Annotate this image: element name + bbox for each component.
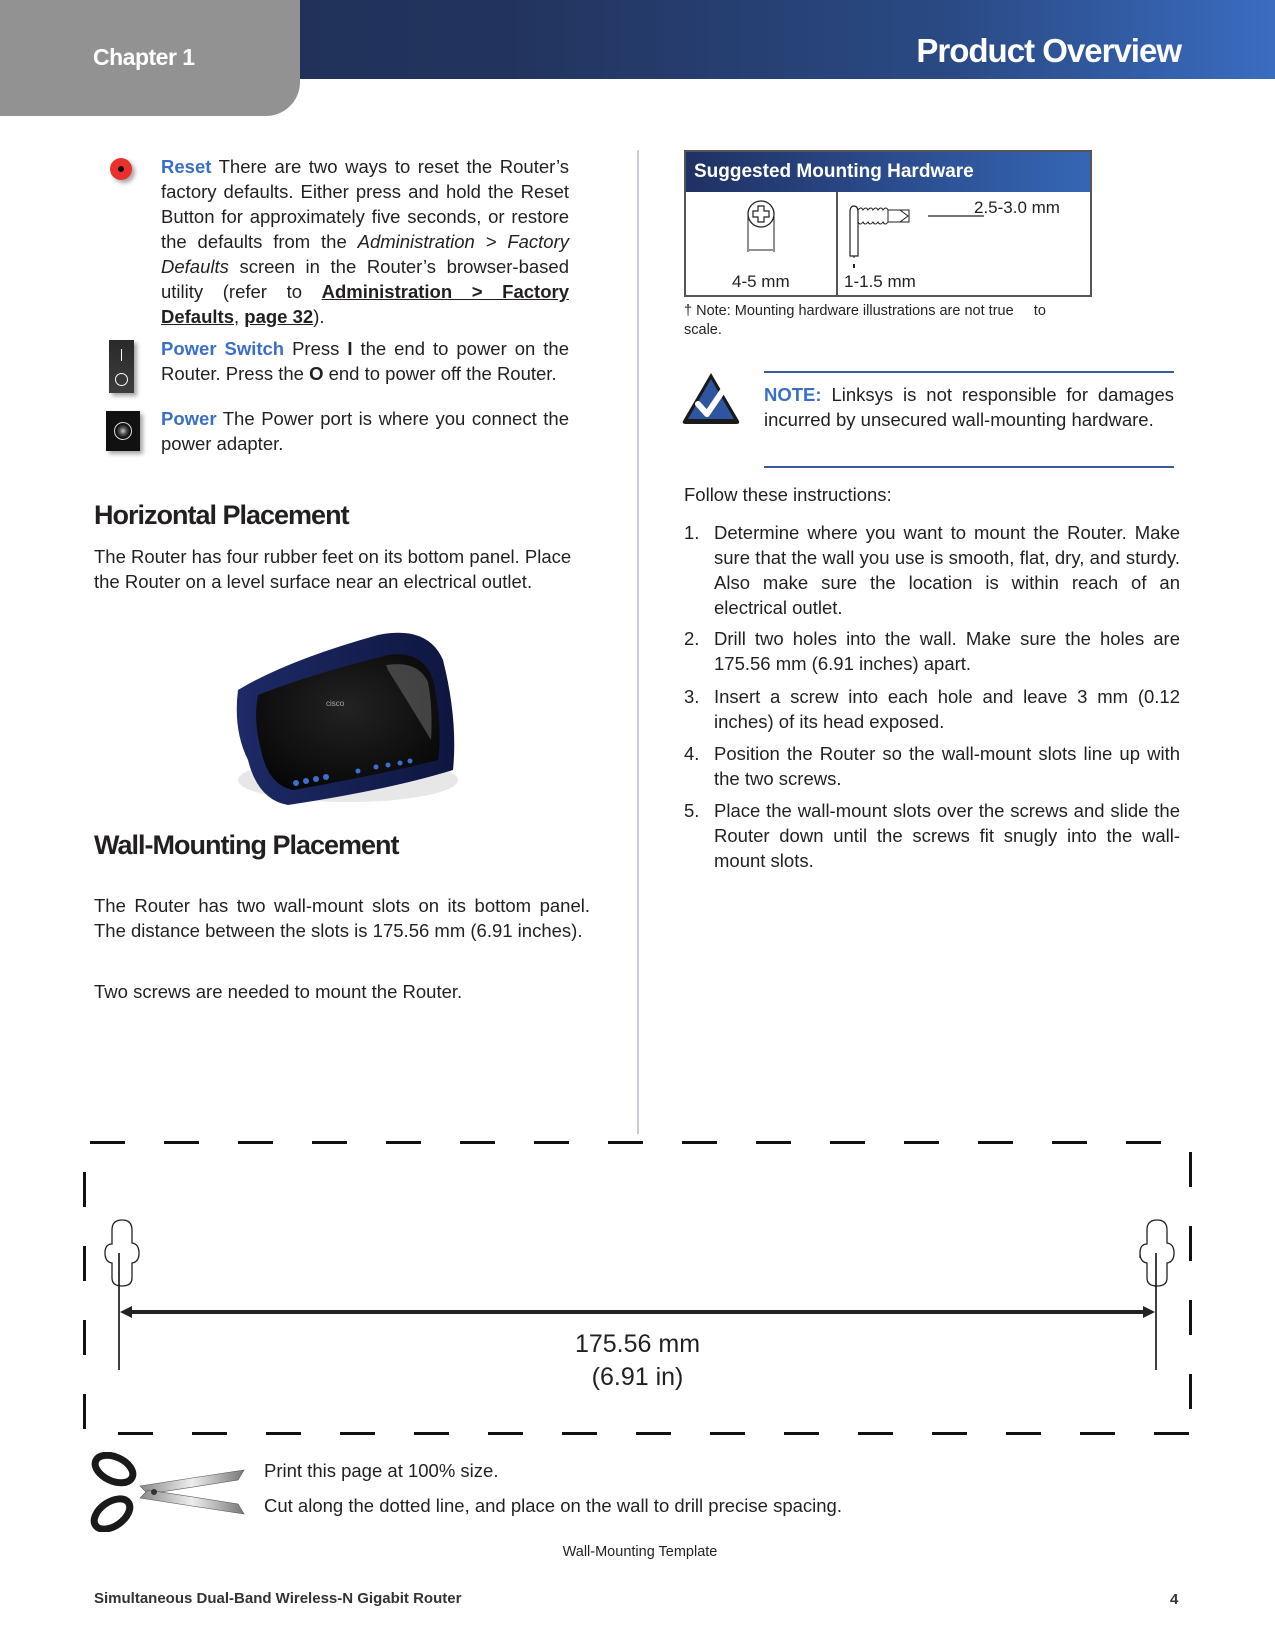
step-number: 3.	[684, 686, 700, 707]
cut-line-dash	[1154, 1432, 1189, 1435]
cut-line-dash	[1126, 1141, 1161, 1144]
instructions-intro: Follow these instructions:	[684, 484, 892, 505]
section-title: Product Overview	[916, 32, 1182, 69]
cut-line-dash	[858, 1432, 893, 1435]
hardware-scale-note: † Note: Mounting hardware illustrations …	[684, 303, 1046, 338]
mounting-hardware-title: Suggested Mounting Hardware	[686, 152, 1090, 192]
router-image: cisco	[236, 632, 458, 805]
cut-line-dash	[710, 1432, 745, 1435]
head-diameter-label: 4-5 mm	[732, 272, 790, 291]
cut-line-dash	[1189, 1152, 1192, 1187]
cut-line-dash	[90, 1141, 125, 1144]
cut-line-dash	[562, 1432, 597, 1435]
chapter-label: Chapter 1	[93, 44, 195, 70]
left-arrowhead	[120, 1306, 132, 1318]
cut-line-dash	[1052, 1141, 1087, 1144]
screw-side-cell: 2.5-3.0 mm 1-1.5 mm	[838, 192, 1090, 295]
cut-line-dash	[83, 1394, 86, 1429]
left-keyhole-slot-icon	[104, 1219, 140, 1287]
ps-text-3: end to power off the Router.	[323, 363, 557, 384]
cut-line-dash	[1006, 1432, 1041, 1435]
cut-line-dash	[266, 1432, 301, 1435]
screw-head-cell: 4-5 mm	[686, 192, 838, 295]
cut-line-dash	[238, 1141, 273, 1144]
cut-line-dash	[636, 1432, 671, 1435]
power-text: The Power port is where you connect the …	[161, 408, 569, 454]
horizontal-placement-body: The Router has four rubber feet on its b…	[94, 546, 572, 592]
reset-button-icon	[110, 158, 132, 180]
cut-line-dash	[932, 1432, 967, 1435]
step-text: Place the wall-mount slots over the scre…	[714, 800, 1180, 871]
cut-line-dash	[534, 1141, 569, 1144]
step-number: 1.	[684, 522, 700, 543]
reset-text-3: ).	[313, 306, 325, 327]
svg-text:cisco: cisco	[326, 699, 345, 708]
cut-line-dash	[978, 1141, 1013, 1144]
horizontal-placement-heading: Horizontal Placement	[94, 500, 350, 530]
cut-line-dash	[830, 1141, 865, 1144]
column-divider	[637, 150, 639, 1134]
note-rule-top	[764, 371, 1174, 373]
step-text: Determine where you want to mount the Ro…	[714, 522, 1180, 618]
template-distance-label: 175.56 mm (6.91 in)	[480, 1328, 795, 1394]
print-instruction: Print this page at 100% size.	[264, 1460, 499, 1481]
step-text: Position the Router so the wall-mount sl…	[714, 743, 1180, 789]
cut-line-dash	[784, 1432, 819, 1435]
note-rule-bottom	[764, 466, 1174, 468]
power-switch-icon	[109, 340, 134, 393]
power-switch-description: Power Switch Press I the end to power on…	[161, 336, 569, 386]
cut-line-dash	[386, 1141, 421, 1144]
cut-line-dash	[414, 1432, 449, 1435]
template-caption: Wall-Mounting Template	[562, 1544, 718, 1560]
right-arrowhead	[1143, 1306, 1155, 1318]
note-label: NOTE:	[764, 384, 822, 405]
reset-sep: ,	[234, 306, 245, 327]
page-32-link[interactable]: page 32	[244, 306, 313, 327]
wall-mounting-body-1: The Router has two wall-mount slots on i…	[94, 895, 590, 941]
step-number: 5.	[684, 800, 700, 821]
reset-description: Reset There are two ways to reset the Ro…	[161, 154, 569, 329]
wall-mounting-heading: Wall-Mounting Placement	[94, 830, 400, 860]
shaft-length-label: 2.5-3.0 mm	[974, 198, 1060, 217]
power-port-icon	[106, 411, 140, 451]
cut-line-dash	[904, 1141, 939, 1144]
wall-mounting-body-2: Two screws are needed to mount the Route…	[94, 981, 463, 1002]
cut-line-dash	[756, 1141, 791, 1144]
cut-line-dash	[312, 1141, 347, 1144]
cut-line-dash	[488, 1432, 523, 1435]
cut-line-dash	[460, 1141, 495, 1144]
screw-head-icon	[747, 200, 775, 252]
step-number: 4.	[684, 743, 700, 764]
footer-product-name: Simultaneous Dual-Band Wireless-N Gigabi…	[94, 1590, 462, 1607]
page-number: 4	[1170, 1591, 1179, 1608]
note-body: Linksys is not responsible for damages i…	[764, 384, 1174, 430]
cut-line-dash	[1080, 1432, 1115, 1435]
power-label: Power	[161, 408, 217, 429]
step-text: Insert a screw into each hole and leave …	[714, 686, 1180, 732]
reset-label: Reset	[161, 156, 212, 177]
cut-line-dash	[608, 1141, 643, 1144]
note-checkmark-icon	[682, 373, 740, 424]
ps-text-1: Press	[284, 338, 348, 359]
note-text: NOTE: Linksys is not responsible for dam…	[764, 382, 1174, 432]
power-switch-label: Power Switch	[161, 338, 285, 359]
cut-instruction: Cut along the dotted line, and place on …	[264, 1495, 842, 1516]
mounting-hardware-table: Suggested Mounting Hardware 4-5 mm 2.5-3…	[684, 150, 1092, 297]
cut-line-dash	[340, 1432, 375, 1435]
power-description: Power The Power port is where you connec…	[161, 406, 569, 456]
cut-line-dash	[682, 1141, 717, 1144]
ps-bold-2: O	[309, 363, 324, 384]
step-number: 2.	[684, 628, 700, 649]
distance-mm: 175.56 mm	[574, 1330, 701, 1358]
scissors-icon	[90, 1452, 245, 1532]
step-text: Drill two holes into the wall. Make sure…	[714, 628, 1180, 674]
head-thickness-label: 1-1.5 mm	[844, 272, 916, 291]
cut-line-dash	[192, 1432, 227, 1435]
cut-line-dash	[118, 1432, 153, 1435]
cut-line-dash	[164, 1141, 199, 1144]
distance-in: (6.91 in)	[591, 1363, 684, 1391]
right-keyhole-slot-icon	[1139, 1219, 1175, 1287]
